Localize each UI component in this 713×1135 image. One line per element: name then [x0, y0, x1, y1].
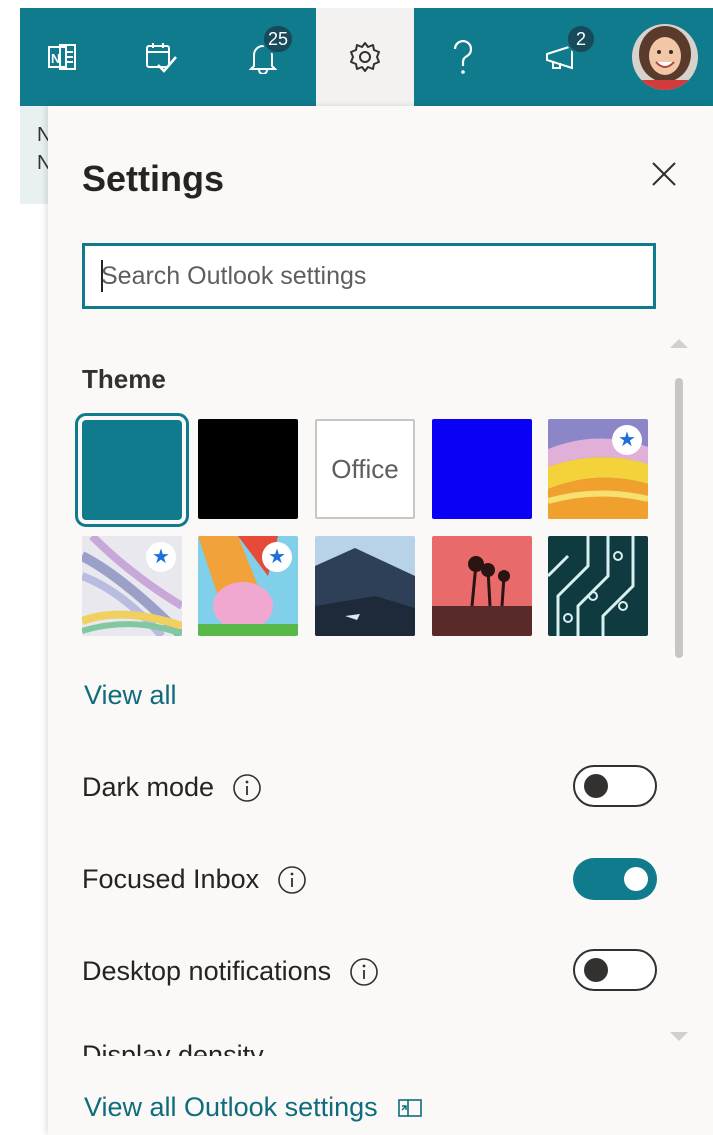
notifications-badge: 25: [262, 24, 295, 54]
theme-tile-palms[interactable]: [432, 536, 532, 636]
notifications-button[interactable]: 25: [218, 8, 308, 106]
onenote-button[interactable]: N: [20, 8, 106, 106]
open-in-new-window-icon: [397, 1098, 422, 1117]
dark-mode-row: Dark mode: [82, 772, 262, 803]
circuit-theme-image: [548, 536, 648, 636]
gear-icon: [350, 42, 380, 72]
desktop-notifications-toggle[interactable]: [573, 949, 657, 991]
dark-mode-toggle[interactable]: [573, 765, 657, 807]
search-input[interactable]: [85, 246, 653, 306]
view-all-themes-link[interactable]: View all: [84, 680, 177, 711]
focused-inbox-label: Focused Inbox: [82, 864, 260, 894]
theme-tile-office[interactable]: Office: [315, 419, 415, 519]
premium-star-icon: ★: [146, 542, 176, 572]
theme-tile-unicorn[interactable]: ★: [198, 536, 298, 636]
close-button[interactable]: [644, 154, 684, 194]
dark-mode-label: Dark mode: [82, 772, 215, 802]
premium-star-icon: ★: [262, 542, 292, 572]
todo-icon: [146, 43, 177, 73]
todo-button[interactable]: [118, 8, 204, 106]
mail-list-edge: N N: [20, 106, 48, 204]
mountain-theme-image: [315, 536, 415, 636]
avatar[interactable]: [632, 24, 698, 90]
top-toolbar: N 25 2: [20, 8, 713, 106]
outlook-window: N 25 2 N N Settings Search Outlook setti…: [0, 0, 713, 1135]
office-tile-label: Office: [331, 453, 399, 484]
theme-tile-teal[interactable]: [75, 413, 189, 527]
help-icon: [453, 40, 473, 74]
mail-list-letter-1: N: [37, 124, 48, 146]
search-box: [82, 243, 656, 309]
info-icon[interactable]: [277, 865, 307, 895]
help-button[interactable]: [420, 8, 506, 106]
theme-tile-circuit[interactable]: [548, 536, 648, 636]
mail-list-letter-2: N: [37, 152, 48, 174]
theme-tile-black[interactable]: [198, 419, 298, 519]
desktop-notifications-row: Desktop notifications: [82, 956, 379, 987]
svg-text:N: N: [51, 51, 60, 66]
settings-panel: Settings Theme Office: [48, 106, 713, 1135]
desktop-notifications-label: Desktop notifications: [82, 956, 332, 986]
scroll-down-arrow-icon[interactable]: [670, 1032, 688, 1042]
info-icon[interactable]: [349, 957, 379, 987]
premium-star-icon: ★: [612, 425, 642, 455]
scroll-up-arrow-icon[interactable]: [670, 338, 688, 348]
info-icon[interactable]: [232, 773, 262, 803]
close-icon: [652, 162, 676, 186]
theme-tile-rainbow[interactable]: ★: [548, 419, 648, 519]
view-all-settings-label: View all Outlook settings: [84, 1092, 378, 1122]
focused-inbox-row: Focused Inbox: [82, 864, 307, 895]
theme-tile-blue[interactable]: [432, 419, 532, 519]
feedback-button[interactable]: 2: [518, 8, 608, 106]
scrollbar-thumb[interactable]: [675, 378, 683, 658]
theme-tile-mountain[interactable]: [315, 536, 415, 636]
text-caret: [101, 260, 103, 292]
theme-heading: Theme: [82, 364, 166, 394]
settings-button[interactable]: [316, 8, 414, 106]
focused-inbox-toggle[interactable]: [573, 858, 657, 900]
view-all-settings-link[interactable]: View all Outlook settings: [84, 1092, 422, 1123]
onenote-icon: N: [48, 44, 76, 70]
feedback-badge: 2: [566, 24, 596, 54]
palms-theme-image: [432, 536, 532, 636]
panel-title: Settings: [82, 158, 225, 199]
theme-tile-prism[interactable]: ★: [82, 536, 182, 636]
